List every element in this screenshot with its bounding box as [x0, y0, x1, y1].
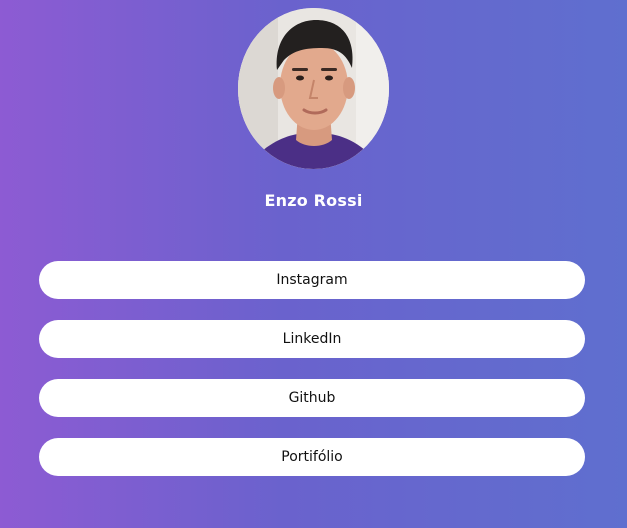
profile-header: Enzo Rossi [0, 8, 627, 212]
link-list: Instagram LinkedIn Github Portifólio [39, 261, 585, 497]
profile-name: Enzo Rossi [264, 191, 363, 210]
avatar [238, 8, 389, 169]
linkedin-link-button[interactable]: LinkedIn [39, 320, 585, 358]
profile-photo [238, 8, 389, 169]
instagram-link-button[interactable]: Instagram [39, 261, 585, 299]
github-link-button[interactable]: Github [39, 379, 585, 417]
portfolio-link-button[interactable]: Portifólio [39, 438, 585, 476]
